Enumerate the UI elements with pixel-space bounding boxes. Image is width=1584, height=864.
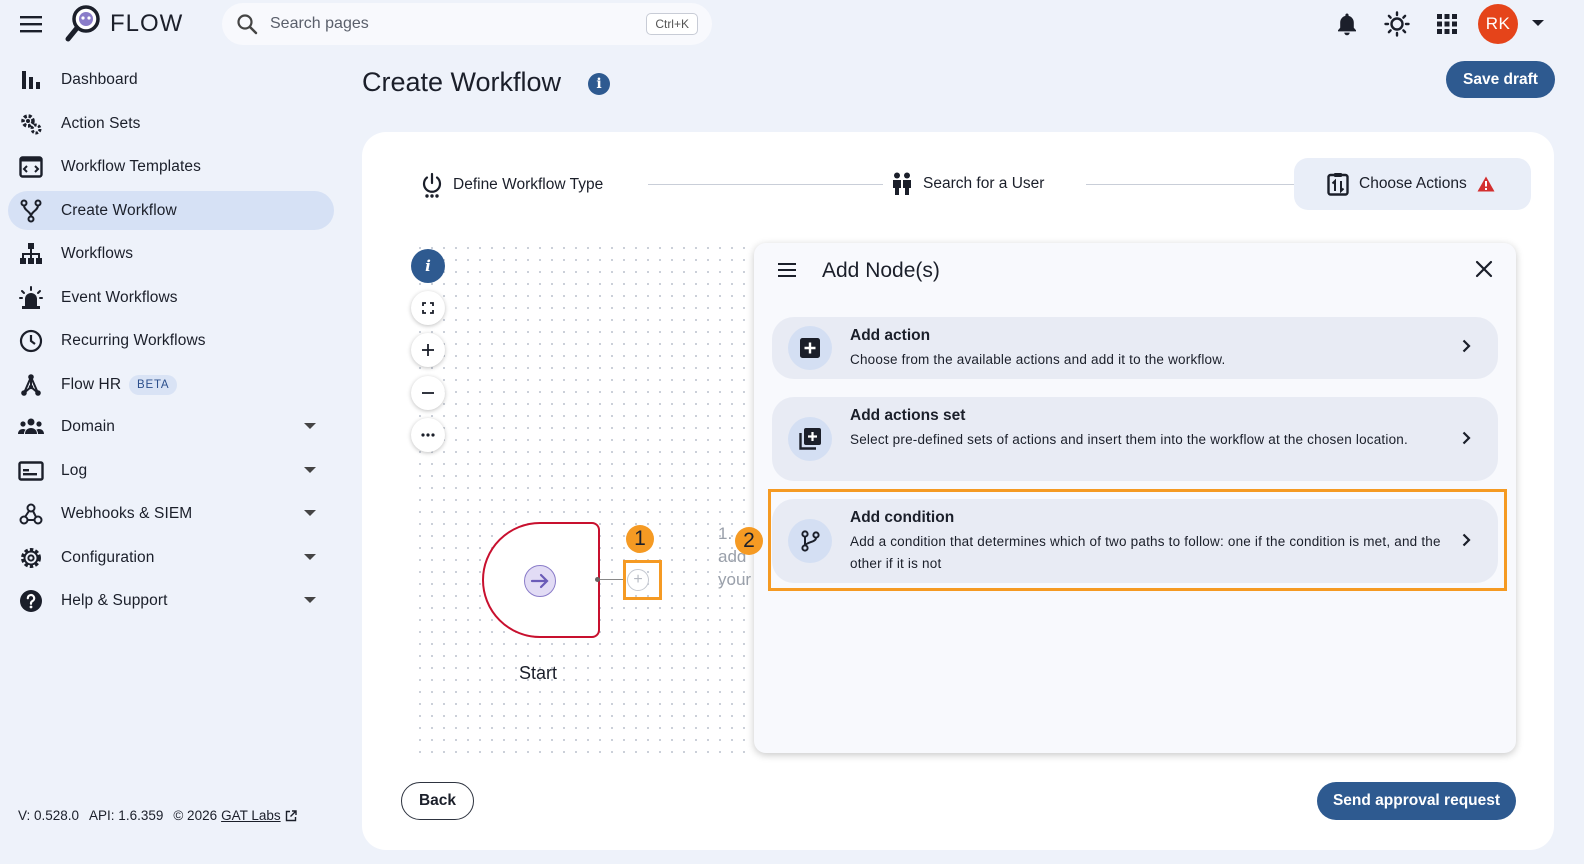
app-logo[interactable]: FLOW: [64, 4, 183, 44]
save-draft-button[interactable]: Save draft: [1446, 61, 1555, 98]
gat-labs-link[interactable]: GAT Labs: [221, 808, 281, 823]
close-icon[interactable]: [1475, 260, 1493, 278]
panel-menu-icon[interactable]: [778, 263, 796, 277]
plus-box-icon: [788, 326, 832, 370]
fit-view-icon[interactable]: [411, 291, 445, 325]
zoom-out-icon[interactable]: [411, 376, 445, 410]
notifications-bell-icon[interactable]: [1333, 10, 1361, 38]
start-node-label: Start: [519, 663, 558, 683]
warning-icon: [1477, 176, 1495, 192]
copyright: © 2026: [173, 808, 218, 823]
sidebar-item-help-support[interactable]: Help & Support: [8, 581, 334, 620]
api-version: API: 1.6.359: [89, 808, 164, 823]
bar-chart-icon: [18, 67, 44, 93]
sidebar-item-event-workflows[interactable]: Event Workflows: [8, 278, 334, 317]
canvas-info-icon[interactable]: i: [411, 249, 445, 283]
power-icon: [421, 172, 443, 198]
log-icon: [18, 458, 44, 484]
app-version: V: 0.528.0: [18, 808, 80, 823]
plus-stack-icon: [788, 417, 832, 461]
sidebar-item-log[interactable]: Log: [8, 451, 334, 490]
chevron-down-icon[interactable]: [304, 467, 316, 474]
top-bar: FLOW Ctrl+K RK: [0, 0, 1584, 48]
send-approval-request-button[interactable]: Send approval request: [1317, 782, 1516, 820]
chevron-right-icon: [1462, 431, 1471, 445]
clipboard-swap-icon: [1327, 172, 1349, 196]
edge-line: [598, 579, 626, 580]
search-bar[interactable]: Ctrl+K: [222, 3, 712, 45]
sidebar-item-domain[interactable]: Domain: [8, 407, 334, 446]
step-badge-1: 1: [626, 525, 654, 553]
zoom-in-icon[interactable]: [411, 333, 445, 367]
users-icon: [891, 172, 913, 196]
hamburger-menu-icon[interactable]: [18, 12, 44, 36]
webhook-icon: [18, 501, 44, 527]
sidebar-item-webhooks-siem[interactable]: Webhooks & SIEM: [8, 494, 334, 533]
clock-icon: [18, 328, 44, 354]
panel-title: Add Node(s): [822, 259, 940, 282]
alarm-icon: [18, 285, 44, 311]
logo-magnifier-icon: [64, 4, 102, 44]
arrow-right-icon: [524, 565, 556, 597]
help-icon: [18, 588, 44, 614]
user-avatar[interactable]: RK: [1478, 4, 1518, 44]
fork-icon: [18, 198, 44, 224]
sidebar-item-configuration[interactable]: Configuration: [8, 538, 334, 577]
chevron-right-icon: [1462, 339, 1471, 353]
start-node[interactable]: [482, 522, 600, 638]
add-action-option[interactable]: Add action Choose from the available act…: [772, 317, 1498, 379]
search-icon: [236, 13, 258, 35]
chevron-down-icon[interactable]: [304, 423, 316, 430]
step-connector: [1086, 184, 1294, 185]
external-link-icon[interactable]: [285, 809, 297, 822]
add-actions-set-option[interactable]: Add actions set Select pre-defined sets …: [772, 397, 1498, 481]
add-nodes-panel: Add Node(s) Add action Choose from the a…: [754, 243, 1516, 753]
sidebar-item-recurring-workflows[interactable]: Recurring Workflows: [8, 321, 334, 360]
sidebar-item-flow-hr[interactable]: Flow HR BETA: [8, 365, 334, 404]
workflow-canvas[interactable]: [412, 240, 752, 760]
search-shortcut: Ctrl+K: [646, 13, 698, 35]
sidebar-item-create-workflow[interactable]: Create Workflow: [8, 191, 334, 230]
sidebar-item-action-sets[interactable]: Action Sets: [8, 104, 334, 143]
more-options-icon[interactable]: [411, 418, 445, 452]
step-search-user[interactable]: Search for a User: [891, 172, 1044, 196]
beta-badge: BETA: [129, 375, 178, 395]
version-footer: V: 0.528.0 API: 1.6.359 © 2026 GAT Labs: [18, 808, 297, 823]
back-button[interactable]: Back: [401, 782, 474, 820]
gears-icon: [18, 111, 44, 137]
theme-sun-icon[interactable]: [1383, 10, 1411, 38]
page-title: Create Workflow: [362, 67, 562, 97]
sidebar-item-workflows[interactable]: Workflows: [8, 234, 334, 273]
chevron-down-icon[interactable]: [1531, 19, 1545, 27]
chevron-down-icon[interactable]: [304, 597, 316, 604]
chevron-down-icon[interactable]: [304, 510, 316, 517]
gear-icon: [18, 545, 44, 571]
chevron-down-icon[interactable]: [304, 554, 316, 561]
workflow-card: Define Workflow Type Search for a User C…: [362, 132, 1554, 850]
step-connector: [648, 184, 883, 185]
highlight-box-2: [768, 489, 1507, 591]
step-define-workflow-type[interactable]: Define Workflow Type: [421, 172, 603, 198]
hierarchy-icon: [18, 241, 44, 267]
app-name: FLOW: [110, 10, 184, 37]
apps-grid-icon[interactable]: [1433, 10, 1461, 38]
network-icon: [18, 372, 44, 398]
sidebar-item-workflow-templates[interactable]: Workflow Templates: [8, 147, 334, 186]
info-icon[interactable]: i: [588, 73, 610, 95]
edge-handle: [595, 577, 600, 582]
group-icon: [18, 414, 44, 440]
sidebar-item-dashboard[interactable]: Dashboard: [8, 60, 334, 99]
step-choose-actions[interactable]: Choose Actions: [1327, 172, 1495, 196]
step-badge-2: 2: [735, 527, 763, 555]
search-input[interactable]: [270, 15, 630, 33]
template-icon: [18, 154, 44, 180]
highlight-box-1: [623, 560, 662, 600]
